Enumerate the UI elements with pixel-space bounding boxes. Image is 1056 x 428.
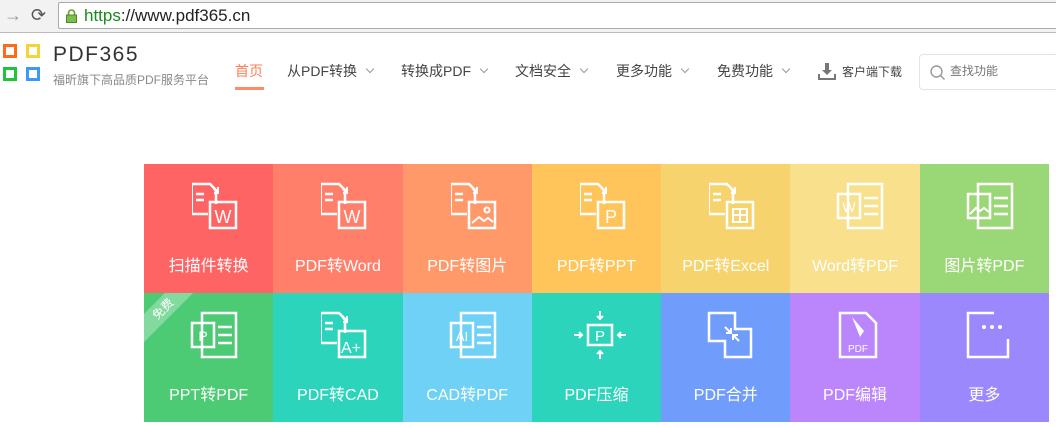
tile-edit-pdf[interactable]: PDF PDF编辑 <box>790 293 920 422</box>
download-label: 客户端下载 <box>842 64 903 79</box>
brand-name[interactable]: PDF365 <box>53 43 139 67</box>
tile-compress[interactable]: P PDF压缩 <box>531 293 662 422</box>
svg-text:P: P <box>595 328 605 345</box>
active-indicator <box>235 87 264 90</box>
pdf-to-cad-icon: A+ <box>321 311 367 359</box>
nav-to-pdf[interactable]: 转换成PDF <box>401 61 489 81</box>
edit-pdf-icon: PDF <box>839 311 878 359</box>
word-to-pdf-icon: W <box>837 182 884 230</box>
chevron-down-icon <box>680 64 690 74</box>
pdf-to-image-icon <box>450 182 496 230</box>
feature-grid: W 扫描件转换 W PDF转Word PDF转图片 P PDF转PPT PDF转Excel W W… <box>144 164 1049 422</box>
chevron-down-icon <box>579 64 589 74</box>
tile-label: 扫描件转换 <box>168 258 249 275</box>
svg-text:P: P <box>198 328 207 344</box>
tile-label: PDF合并 <box>693 387 758 404</box>
nav-label: 免费功能 <box>717 63 773 79</box>
url-text: https://www.pdf365.cn <box>84 6 251 25</box>
image-to-pdf-icon <box>966 182 1013 230</box>
lock-icon <box>66 9 77 23</box>
tile-label: PDF转PPT <box>556 258 637 275</box>
tile-label: Word转PDF <box>812 258 899 275</box>
tile-label: 图片转PDF <box>944 258 1025 275</box>
svg-text:W: W <box>344 207 361 227</box>
tile-merge[interactable]: PDF合并 <box>661 293 791 422</box>
svg-text:A+: A+ <box>341 340 361 357</box>
tile-label: PDF转Word <box>294 258 381 275</box>
client-download-link[interactable]: 客户端下载 <box>818 62 902 80</box>
reload-icon[interactable]: ⟳ <box>31 5 46 26</box>
merge-icon <box>707 311 753 359</box>
tile-label: PDF编辑 <box>823 387 888 404</box>
search-box[interactable] <box>919 54 1056 90</box>
tile-label: PDF压缩 <box>564 387 629 404</box>
tile-ppt-to-pdf[interactable]: P 免费 PPT转PDF <box>144 293 274 422</box>
nav-free-features[interactable]: 免费功能 <box>717 61 791 81</box>
nav-label: 从PDF转换 <box>287 63 357 79</box>
browser-toolbar: → ⟳ https://www.pdf365.cn <box>0 0 1056 33</box>
nav-label: 转换成PDF <box>401 63 471 79</box>
tile-pdf-to-ppt[interactable]: P PDF转PPT <box>531 164 662 293</box>
scan-to-word-icon: W <box>192 182 238 230</box>
tile-label: PDF转图片 <box>427 258 508 275</box>
svg-text:AI: AI <box>455 329 467 344</box>
tile-scan-to-word[interactable]: W 扫描件转换 <box>144 164 274 293</box>
svg-text:P: P <box>605 207 617 227</box>
tile-pdf-to-cad[interactable]: A+ PDF转CAD <box>273 293 403 422</box>
nav-label: 更多功能 <box>616 63 672 79</box>
logo[interactable] <box>3 44 43 86</box>
cad-to-pdf-icon: AI <box>449 311 496 359</box>
chevron-down-icon <box>781 64 791 74</box>
ppt-to-pdf-icon: P <box>190 311 238 359</box>
tile-label: 更多 <box>968 387 1001 404</box>
nav-label: 首页 <box>235 63 263 79</box>
tile-pdf-to-image[interactable]: PDF转图片 <box>402 164 532 293</box>
more-icon <box>966 311 1009 359</box>
chevron-down-icon <box>365 64 375 74</box>
tile-pdf-to-excel[interactable]: PDF转Excel <box>661 164 791 293</box>
tile-pdf-to-word[interactable]: W PDF转Word <box>273 164 403 293</box>
forward-icon[interactable]: → <box>4 5 22 26</box>
pdf-to-word-icon: W <box>321 182 367 230</box>
search-icon[interactable] <box>930 65 946 81</box>
pdf-to-excel-icon <box>709 182 755 230</box>
nav-from-pdf[interactable]: 从PDF转换 <box>287 61 375 81</box>
tile-label: PDF转Excel <box>682 258 770 275</box>
nav-label: 文档安全 <box>515 63 571 79</box>
compress-icon: P <box>573 311 626 359</box>
tile-image-to-pdf[interactable]: 图片转PDF <box>919 164 1049 293</box>
tile-label: PPT转PDF <box>169 387 249 404</box>
nav-more-features[interactable]: 更多功能 <box>616 61 690 81</box>
svg-text:W: W <box>215 207 232 227</box>
nav-doc-security[interactable]: 文档安全 <box>515 61 589 81</box>
address-bar[interactable]: https://www.pdf365.cn <box>58 2 1056 29</box>
chevron-down-icon <box>479 64 489 74</box>
tile-word-to-pdf[interactable]: W Word转PDF <box>790 164 920 293</box>
tagline: 福昕旗下高品质PDF服务平台 <box>53 73 210 87</box>
nav-home[interactable]: 首页 <box>235 61 263 81</box>
pdf-to-ppt-icon: P <box>579 182 626 230</box>
tile-cad-to-pdf[interactable]: AI CAD转PDF <box>402 293 532 422</box>
tile-label: PDF转CAD <box>297 387 379 404</box>
tile-more[interactable]: 更多 <box>919 293 1049 422</box>
tile-label: CAD转PDF <box>426 387 509 404</box>
svg-text:W: W <box>843 199 857 215</box>
search-input[interactable] <box>950 64 1050 78</box>
svg-text:PDF: PDF <box>848 344 868 355</box>
download-icon <box>818 63 836 80</box>
